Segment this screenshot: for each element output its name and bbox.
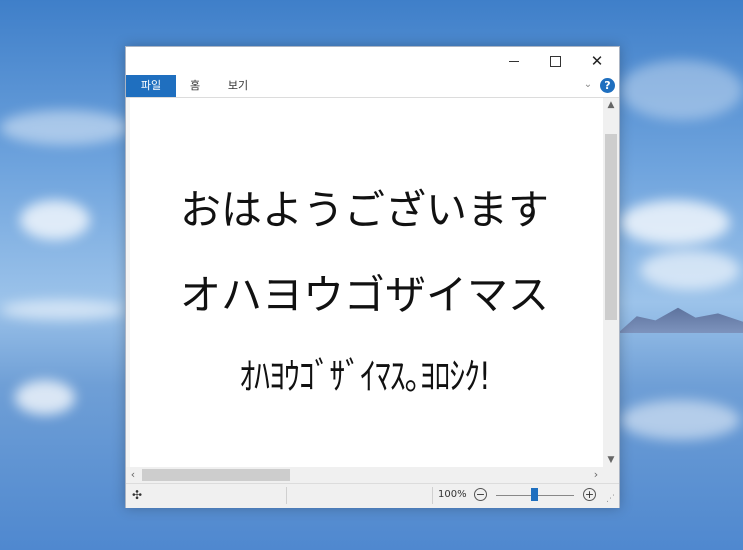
close-icon: ✕: [590, 51, 604, 70]
cloud-decoration: [620, 60, 743, 120]
tab-view[interactable]: 보기: [218, 75, 258, 97]
cloud-decoration: [0, 300, 125, 320]
maximize-icon: [549, 55, 561, 67]
chevron-down-icon[interactable]: ⌄: [581, 78, 595, 92]
minimize-button[interactable]: [494, 47, 534, 75]
tab-home[interactable]: 홈: [178, 75, 212, 97]
zoom-in-button[interactable]: +: [583, 488, 596, 501]
vertical-scroll-thumb[interactable]: [605, 134, 617, 320]
cloud-decoration: [640, 250, 740, 290]
cloud-decoration: [620, 400, 740, 440]
mountain-decoration: [618, 307, 743, 333]
vertical-scrollbar[interactable]: ▲ ▼: [603, 98, 619, 467]
help-icon[interactable]: ?: [600, 78, 615, 93]
cloud-decoration: [0, 110, 130, 145]
cloud-decoration: [20, 200, 90, 240]
maximize-button[interactable]: [535, 47, 575, 75]
text-line-hiragana: おはようございます: [180, 186, 549, 234]
minimize-icon: [509, 60, 519, 62]
document-editor[interactable]: おはようございます オハヨウゴザイマス ｵﾊﾖｳｺﾞｻﾞｲﾏｽ｡ﾖﾛｼｸ!: [126, 98, 603, 467]
title-bar[interactable]: ✕: [126, 47, 619, 75]
scroll-right-arrow[interactable]: ›: [589, 467, 603, 483]
scroll-down-arrow[interactable]: ▼: [603, 453, 619, 467]
zoom-out-button[interactable]: −: [474, 488, 487, 501]
ribbon-tabs: 파일 홈 보기 ⌄ ?: [126, 75, 619, 98]
resize-grip-icon[interactable]: ⋰: [606, 494, 615, 504]
horizontal-scroll-thumb[interactable]: [142, 469, 290, 481]
zoom-slider-thumb[interactable]: [531, 488, 538, 501]
status-divider: [432, 487, 433, 504]
scroll-left-arrow[interactable]: ‹: [126, 467, 140, 483]
close-button[interactable]: ✕: [577, 47, 617, 75]
cloud-decoration: [15, 380, 75, 415]
status-bar: ✣ 100% − + ⋰: [126, 483, 619, 508]
scrollbar-corner: [603, 467, 619, 483]
tab-file[interactable]: 파일: [126, 75, 176, 97]
cloud-decoration: [620, 200, 730, 245]
status-divider: [286, 487, 287, 504]
scroll-up-arrow[interactable]: ▲: [603, 98, 619, 112]
text-line-katakana: オハヨウゴザイマス: [180, 271, 549, 319]
move-icon: ✣: [131, 488, 143, 502]
wordpad-window: ✕ 파일 홈 보기 ⌄ ? おはようございます オハヨウゴザイマス ｵﾊﾖｳｺﾞ…: [125, 46, 620, 508]
text-line-halfwidth-katakana: ｵﾊﾖｳｺﾞｻﾞｲﾏｽ｡ﾖﾛｼｸ!: [239, 355, 490, 398]
horizontal-scrollbar[interactable]: ‹ ›: [126, 467, 603, 483]
zoom-level: 100%: [438, 489, 467, 500]
